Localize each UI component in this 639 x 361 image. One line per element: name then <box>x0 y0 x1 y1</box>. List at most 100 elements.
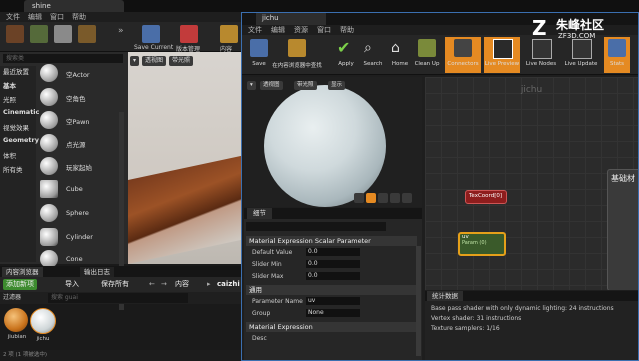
default-value-field[interactable]: 0.0 <box>306 248 360 256</box>
preview-lit-button[interactable]: 带光照 <box>294 81 317 90</box>
perspective-button[interactable]: 透视图 <box>142 56 167 66</box>
asset-tile[interactable]: jiubian <box>4 308 30 340</box>
place-item[interactable]: 空Pawn <box>40 109 126 131</box>
uv-parameter-node[interactable]: uv Param (0) <box>458 232 506 256</box>
live-preview-button[interactable]: Live Preview <box>484 37 520 73</box>
main-material-node[interactable]: 基础材 <box>607 169 638 290</box>
nav-forward-icon[interactable]: → <box>158 279 170 290</box>
lit-button[interactable]: 带光照 <box>169 56 194 66</box>
place-mode-icon[interactable] <box>6 25 24 43</box>
search-button[interactable]: ⌕ Search <box>358 37 388 73</box>
menu-window[interactable]: 窗口 <box>317 25 331 35</box>
nav-back-icon[interactable]: ← <box>146 279 158 290</box>
path-folder[interactable]: caizhi <box>214 279 243 290</box>
category-visual-effects[interactable]: 视觉效果 <box>3 122 29 132</box>
details-panel: 细节 Material Expression Scalar Parameter … <box>244 208 422 360</box>
menu-edit[interactable]: 编辑 <box>28 12 42 22</box>
group-label: Group <box>252 310 271 317</box>
details-tab[interactable]: 细节 <box>247 208 272 219</box>
slider-max-field[interactable]: 0.0 <box>306 272 360 280</box>
category-geometry[interactable]: Geometry <box>3 136 39 144</box>
parameter-name-field[interactable]: uv <box>306 297 360 305</box>
level-viewport[interactable]: ▾ 透视图 带光照 <box>128 52 243 264</box>
cylinder-preview-icon[interactable] <box>354 193 364 203</box>
landscape-mode-icon[interactable] <box>54 25 72 43</box>
sphere-preview-icon[interactable] <box>366 193 376 203</box>
main-level-tab[interactable]: shine <box>24 0 124 12</box>
category-recent[interactable]: 最近放置 <box>3 66 29 76</box>
graph-title: jichu <box>520 85 543 95</box>
details-tab-bar: 细节 <box>244 208 422 219</box>
add-new-button[interactable]: 添加新项 <box>3 279 37 290</box>
place-item[interactable]: 空角色 <box>40 86 126 108</box>
point-light-icon <box>40 134 58 152</box>
menu-asset[interactable]: 资源 <box>294 25 308 35</box>
foliage-mode-icon[interactable] <box>78 25 96 43</box>
filter-button[interactable]: 过滤器 <box>3 293 21 303</box>
place-item[interactable]: 玩家起始 <box>40 155 126 177</box>
place-item[interactable]: 点光源 <box>40 132 126 154</box>
category-cinematic[interactable]: Cinematic <box>3 108 39 116</box>
details-scrollbar[interactable] <box>416 246 421 356</box>
place-item[interactable]: 空Actor <box>40 62 126 84</box>
preview-menu-button[interactable]: ▾ <box>247 81 256 90</box>
cube-preview-icon[interactable] <box>390 193 400 203</box>
connectors-button[interactable]: Connectors <box>445 37 481 73</box>
menu-help[interactable]: 帮助 <box>340 25 354 35</box>
asset-search-input[interactable]: 搜索 guai <box>48 293 188 303</box>
floor-mesh <box>128 155 243 264</box>
stat-line: Texture samplers: 1/16 <box>431 325 500 332</box>
content-browser-status: 2 项 (1 项被选中) <box>0 350 245 361</box>
stats-tab[interactable]: 统计数据 <box>427 291 463 301</box>
place-item[interactable]: Cube <box>40 178 126 200</box>
menu-edit[interactable]: 编辑 <box>271 25 285 35</box>
menu-window[interactable]: 窗口 <box>50 12 64 22</box>
category-basic[interactable]: 基本 <box>3 80 16 90</box>
asset-tile[interactable]: jichu <box>30 308 56 342</box>
find-in-cb-button[interactable]: 在内容浏览器中查找 <box>272 37 322 73</box>
menu-file[interactable]: 文件 <box>248 25 262 35</box>
teapot-preview-icon[interactable] <box>402 193 412 203</box>
plane-preview-icon[interactable] <box>378 193 388 203</box>
apply-button[interactable]: ✔ Apply <box>331 37 361 73</box>
details-search-input[interactable] <box>246 222 386 231</box>
material-preview-viewport[interactable]: ▾ 透视图 带光照 显示 <box>244 77 422 207</box>
slider-max-label: Slider Max <box>252 273 284 280</box>
stats-tab-bar: 统计数据 <box>425 291 638 301</box>
section-material-expression[interactable]: Material Expression <box>246 322 417 332</box>
viewport-menu-button[interactable]: ▾ <box>130 56 140 66</box>
group-dropdown[interactable]: None <box>306 309 360 317</box>
chevron-right-icon[interactable]: » <box>118 26 124 36</box>
menu-file[interactable]: 文件 <box>6 12 20 22</box>
slider-min-field[interactable]: 0.0 <box>306 260 360 268</box>
save-current-icon[interactable] <box>142 25 160 43</box>
import-button[interactable]: 导入 <box>62 279 82 290</box>
player-start-icon <box>40 157 58 175</box>
source-control-icon[interactable] <box>180 25 198 43</box>
preview-show-button[interactable]: 显示 <box>328 81 346 90</box>
connectors-icon <box>454 39 472 57</box>
texcoord-node[interactable]: TexCoord[0] <box>465 190 507 204</box>
tab-output-log[interactable]: 输出日志 <box>80 267 114 277</box>
save-all-button[interactable]: 保存所有 <box>98 279 132 290</box>
home-button[interactable]: ⌂ Home <box>385 37 415 73</box>
path-content[interactable]: 内容 <box>172 279 192 290</box>
category-lights[interactable]: 光照 <box>3 94 16 104</box>
place-item[interactable]: Cylinder <box>40 226 126 248</box>
category-volumes[interactable]: 体积 <box>3 150 16 160</box>
material-tab[interactable]: jichu <box>256 13 326 25</box>
material-graph[interactable]: jichu TexCoord[0] uv Param (0) 基础材 <box>425 77 638 290</box>
menu-help[interactable]: 帮助 <box>72 12 86 22</box>
preview-perspective-button[interactable]: 透视图 <box>260 81 283 90</box>
place-item[interactable]: Sphere <box>40 202 126 224</box>
tab-content-browser[interactable]: 内容浏览器 <box>2 267 43 277</box>
section-general[interactable]: 通用 <box>246 285 417 295</box>
section-scalar-parameter[interactable]: Material Expression Scalar Parameter <box>246 236 417 246</box>
category-all-classes[interactable]: 所有类 <box>3 164 23 174</box>
paint-mode-icon[interactable] <box>30 25 48 43</box>
content-icon[interactable] <box>220 25 238 43</box>
clean-up-button[interactable]: Clean Up <box>412 37 442 73</box>
watermark-url: ZF3D.COM <box>558 32 596 40</box>
zf-logo-icon: Z <box>532 16 547 40</box>
empty-character-icon <box>40 88 58 106</box>
